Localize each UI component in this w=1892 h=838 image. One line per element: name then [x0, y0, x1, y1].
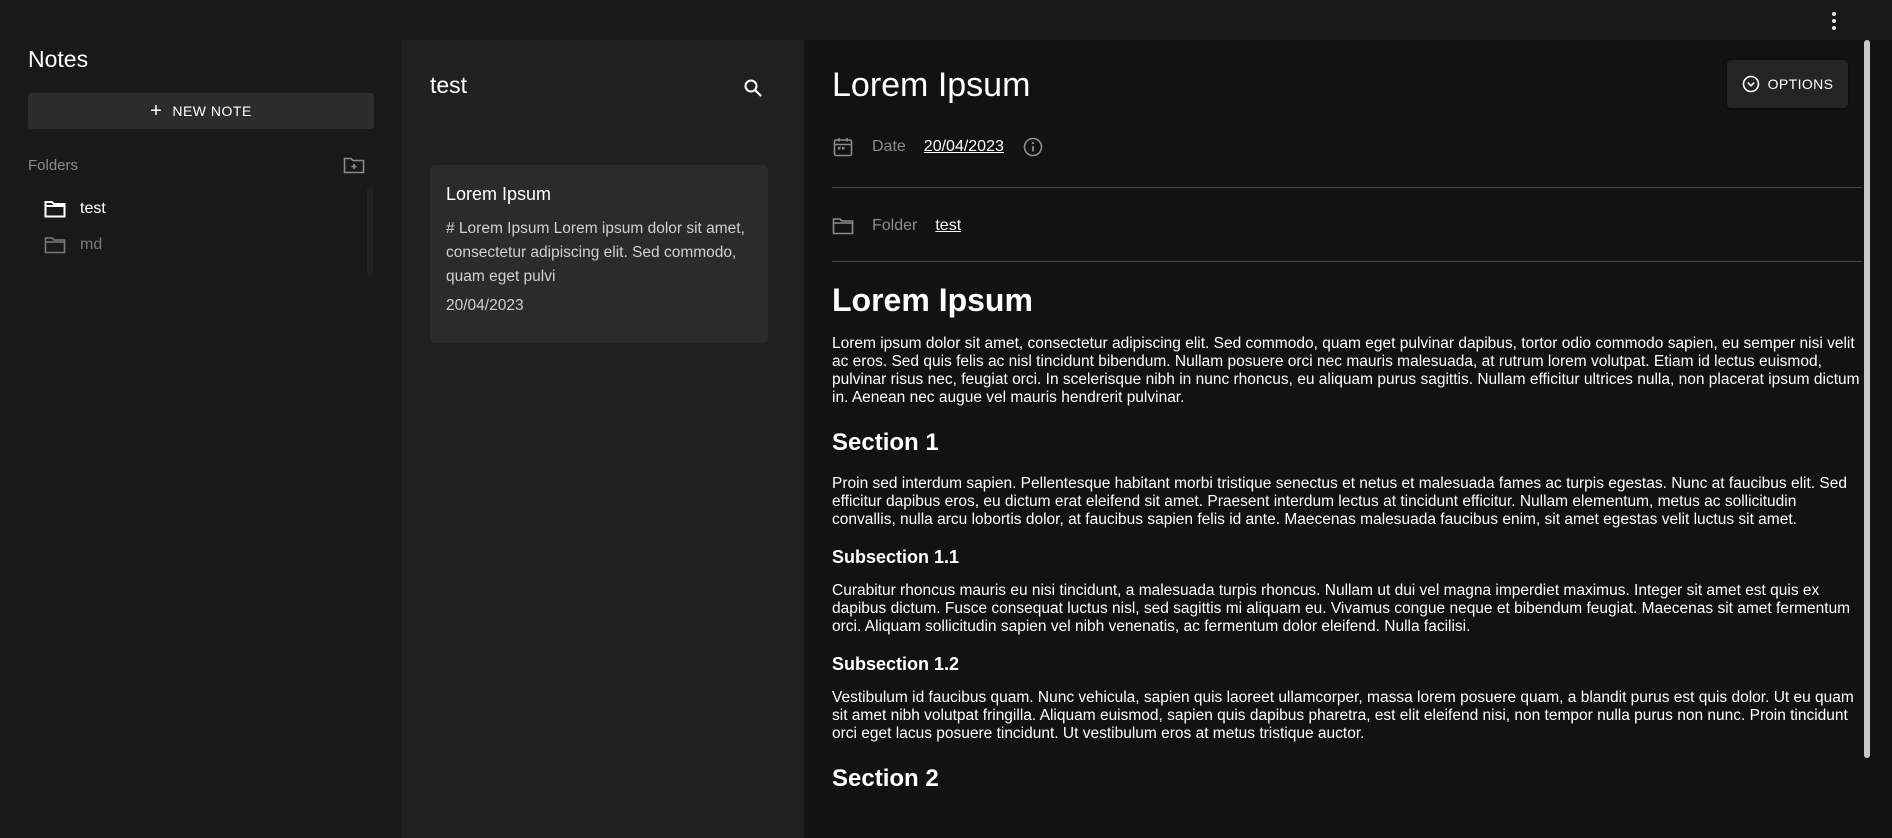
- folder-icon: [44, 201, 66, 218]
- folder-item-md[interactable]: md: [44, 236, 102, 254]
- folder-icon: [832, 218, 854, 235]
- info-icon[interactable]: [1022, 136, 1044, 158]
- top-app-bar: [0, 0, 1892, 40]
- options-label: OPTIONS: [1767, 76, 1834, 92]
- date-value[interactable]: 20/04/2023: [924, 138, 1004, 156]
- date-label: Date: [872, 138, 906, 155]
- content-paragraph: Vestibulum id faucibus quam. Nunc vehicu…: [832, 689, 1854, 742]
- content-heading-3: Subsection 1.1: [832, 547, 960, 567]
- content-heading-2: Section 2: [832, 765, 939, 792]
- content-paragraph: Lorem ipsum dolor sit amet, consectetur …: [832, 335, 1860, 406]
- folder-item-test[interactable]: test: [44, 200, 106, 218]
- options-button[interactable]: OPTIONS: [1727, 60, 1848, 108]
- calendar-icon: [833, 138, 853, 157]
- note-card[interactable]: Lorem Ipsum # Lorem Ipsum Lorem ipsum do…: [430, 165, 768, 343]
- sidebar: Notes + NEW NOTE Folders test md: [0, 40, 402, 838]
- folder-label: md: [80, 236, 103, 253]
- note-title[interactable]: Lorem Ipsum: [832, 66, 1030, 105]
- expand-circle-icon: [1742, 75, 1759, 93]
- content-paragraph: Curabitur rhoncus mauris eu nisi tincidu…: [832, 582, 1851, 635]
- content-heading-1: Lorem Ipsum: [832, 282, 1033, 318]
- note-card-date: 20/04/2023: [446, 297, 524, 314]
- content-heading-2: Section 1: [832, 429, 939, 456]
- more-vert-icon[interactable]: [1826, 10, 1842, 32]
- folder-icon: [44, 237, 66, 254]
- note-list-pane: test Lorem Ipsum # Lorem Ipsum Lorem ips…: [402, 40, 804, 838]
- folder-value[interactable]: test: [935, 217, 961, 235]
- folder-label: test: [80, 200, 106, 217]
- sidebar-title: Notes: [28, 46, 89, 72]
- create-folder-icon[interactable]: [343, 156, 365, 174]
- plus-icon: +: [150, 100, 163, 122]
- editor-scrollbar[interactable]: [1862, 40, 1872, 838]
- folder-list-scrollbar[interactable]: [367, 188, 373, 276]
- search-icon[interactable]: [742, 77, 764, 99]
- divider: [832, 261, 1864, 262]
- scrollbar-thumb[interactable]: [1864, 40, 1870, 758]
- note-editor: Lorem Ipsum OPTIONS Date 20/04/2023 Fold…: [804, 40, 1864, 838]
- folder-row: Folder test: [832, 215, 961, 237]
- note-card-excerpt: # Lorem Ipsum Lorem ipsum dolor sit amet…: [446, 220, 745, 285]
- content-heading-3: Subsection 1.2: [832, 654, 960, 674]
- note-content[interactable]: Lorem Ipsum Lorem ipsum dolor sit amet, …: [832, 282, 1864, 811]
- divider: [832, 187, 1864, 188]
- date-row: Date 20/04/2023: [832, 136, 1044, 158]
- folders-label: Folders: [28, 157, 79, 174]
- new-note-label: NEW NOTE: [172, 103, 252, 119]
- content-paragraph: Proin sed interdum sapien. Pellentesque …: [832, 475, 1847, 528]
- new-note-button[interactable]: + NEW NOTE: [28, 93, 374, 129]
- note-card-title: Lorem Ipsum: [446, 184, 552, 204]
- note-list-title: test: [430, 72, 468, 98]
- folder-label: Folder: [872, 217, 918, 234]
